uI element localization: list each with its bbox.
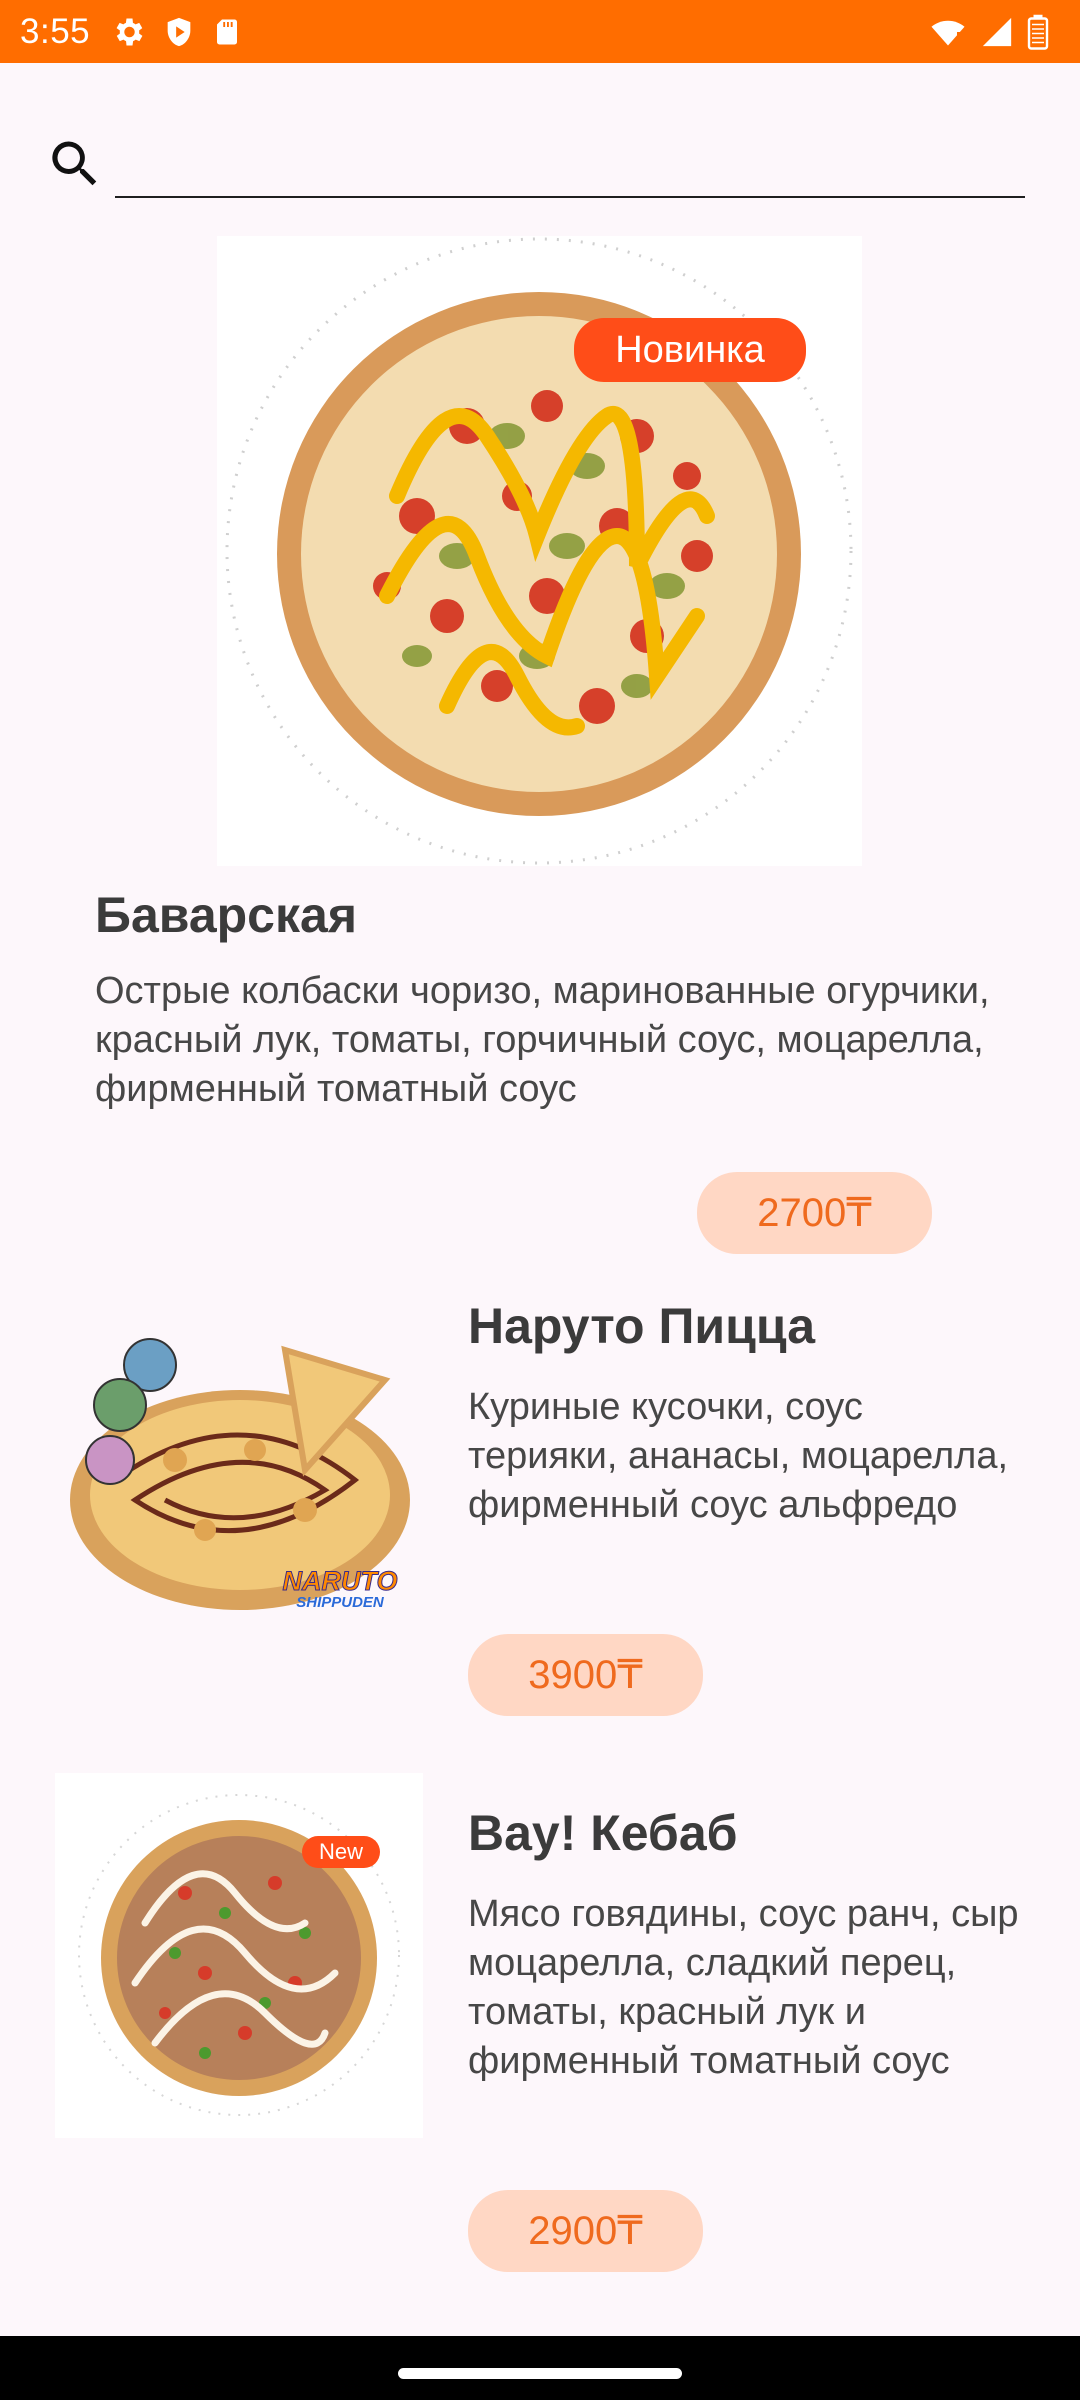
naruto-logo: NARUTO SHIPPUDEN <box>282 1566 398 1611</box>
product-image-bavarian: Новинка <box>217 236 862 866</box>
status-icons-left <box>110 14 242 50</box>
sd-card-icon <box>217 19 238 44</box>
home-gesture-handle[interactable] <box>398 2368 682 2379</box>
new-badge: Новинка <box>574 318 806 382</box>
product-card-bavarian[interactable]: Новинка Баварская Острые колбаски чоризо… <box>0 230 1080 1270</box>
product-name: Баварская <box>95 887 357 943</box>
status-bar: 3:55 <box>0 0 1080 63</box>
search-input[interactable] <box>115 130 1025 198</box>
price-button[interactable]: 2900₸ <box>468 2190 703 2272</box>
product-description: Куриные кусочки, соус терияки, ананасы, … <box>468 1386 1009 1526</box>
status-icons-right <box>928 14 1050 50</box>
product-image-kebab: New <box>55 1773 423 2138</box>
product-name: Вау! Кебаб <box>468 1805 738 1861</box>
price-button[interactable]: 3900₸ <box>468 1634 703 1716</box>
search-bar <box>40 120 1030 210</box>
wifi-icon <box>931 20 965 45</box>
new-badge: New <box>302 1836 380 1868</box>
search-icon[interactable] <box>45 134 105 194</box>
play-protect-icon <box>167 17 191 46</box>
product-name: Наруто Пицца <box>468 1298 816 1354</box>
battery-icon <box>1027 14 1049 50</box>
pizza-image <box>78 1794 400 2116</box>
product-description: Острые колбаски чоризо, маринованные огу… <box>95 970 990 1110</box>
settings-icon <box>116 18 143 45</box>
product-card-kebab[interactable]: New Вау! Кебаб Мясо говядины, соус ранч,… <box>0 1770 1080 2290</box>
product-image-naruto: NARUTO SHIPPUDEN <box>55 1320 425 1650</box>
price-button[interactable]: 2700₸ <box>697 1172 932 1254</box>
product-description: Мясо говядины, соус ранч, сыр моцарелла,… <box>468 1893 1019 2082</box>
status-time: 3:55 <box>20 11 91 51</box>
signal-icon <box>982 17 1012 46</box>
product-card-naruto[interactable]: NARUTO SHIPPUDEN Наруто Пицца Куриные ку… <box>0 1290 1080 1730</box>
